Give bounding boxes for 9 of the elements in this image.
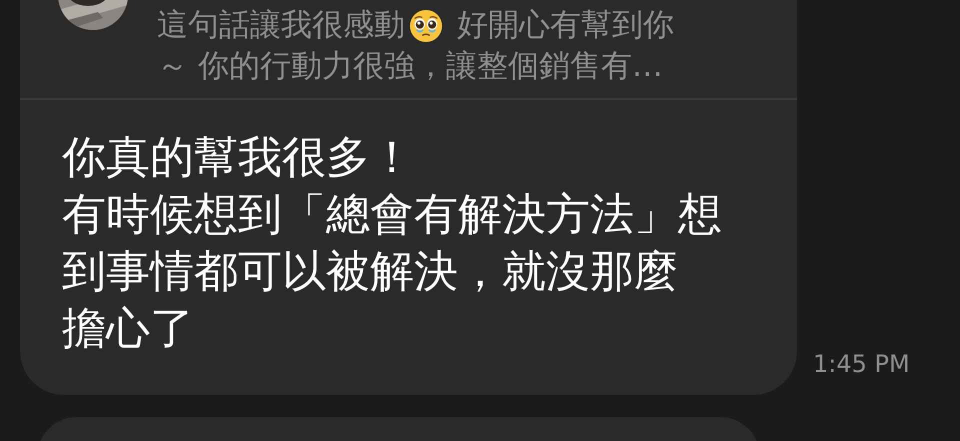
pleading-face-icon bbox=[409, 8, 443, 42]
quote-text: ～ 你的行動力很強，讓整個銷售有… bbox=[157, 47, 663, 86]
message-text: 到事情都可以被解決，就沒那麼 bbox=[62, 246, 678, 297]
message-text: 你真的幫我很多！ bbox=[62, 132, 414, 183]
message-text: 擔心了 bbox=[62, 303, 194, 354]
message-text: 有時候想到「總會有解決方法」想 bbox=[62, 189, 722, 240]
quote-text: 好開心有幫到你 bbox=[457, 6, 674, 45]
quote-text: 這句話讓我很感動 bbox=[157, 6, 405, 45]
message-time: 1:45 PM bbox=[813, 350, 910, 378]
